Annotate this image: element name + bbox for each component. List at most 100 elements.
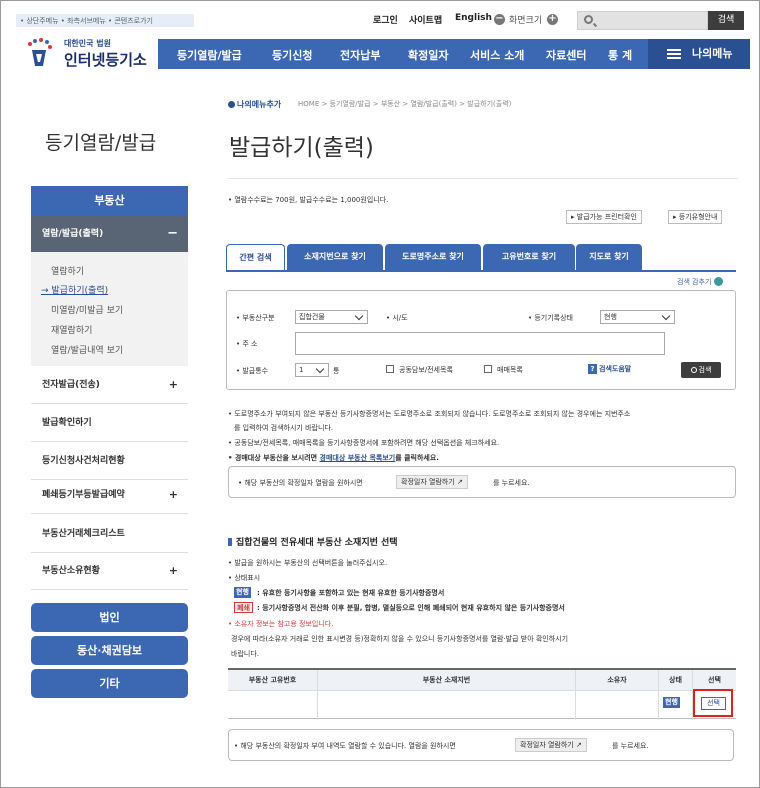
select-button[interactable]: 선택 bbox=[701, 697, 726, 710]
road-address-note-text: 도로명주소가 부여되지 않은 부동산 등기사항증명서는 도로명주소로 조회되지 … bbox=[234, 410, 631, 418]
issue-count-select[interactable]: 1 bbox=[295, 363, 329, 377]
fee-note-text: 열람수수료는 700원, 발급수수료는 1,000원입니다. bbox=[234, 196, 389, 204]
row-status-badge: 현행 bbox=[663, 697, 680, 708]
sidebar-item-closed-reserve[interactable]: 폐쇄등기부등발급예약 + bbox=[31, 477, 188, 514]
status-note: • 상태표시 bbox=[228, 574, 261, 582]
printer-check-label: 발급가능 프린터확인 bbox=[576, 213, 637, 221]
fixed-date-view-button-2[interactable]: 확정일자 열람하기 ↗ bbox=[515, 738, 587, 752]
property-type-label: • 부동산구분 bbox=[236, 314, 275, 322]
search-button[interactable]: 검색 bbox=[708, 11, 744, 30]
search-icon bbox=[690, 367, 697, 373]
nav-apply[interactable]: 등기신청 bbox=[272, 47, 312, 63]
sidebar-item-e-issue[interactable]: 전자발급(전송) + bbox=[31, 367, 188, 404]
nav-statistics[interactable]: 통 계 bbox=[608, 47, 632, 63]
sidebar-movable-button[interactable]: 동산·채권담보 bbox=[31, 636, 188, 665]
sidebar-item-label: 폐쇄등기부등발급예약 bbox=[42, 490, 125, 500]
sidebar-item-label: 부동산거래체크리스트 bbox=[42, 529, 125, 539]
breadcrumb: HOME > 등기열람/발급 > 부동산 > 열람/발급(출력) > 발급하기(… bbox=[298, 100, 512, 108]
submenu-history[interactable]: 열람/발급내역 보기 bbox=[51, 343, 123, 356]
property-type-text: 부동산구분 bbox=[242, 314, 275, 322]
tab-road-address[interactable]: 도로명주소로 찾기 bbox=[385, 244, 481, 270]
sidebar-item-verify[interactable]: 발급확인하기 bbox=[31, 405, 188, 442]
address-text: 주 소 bbox=[242, 340, 258, 348]
col-header-id: 부동산 고유번호 bbox=[228, 670, 318, 690]
joint-collateral-checkbox[interactable] bbox=[386, 365, 394, 373]
cell-id bbox=[228, 690, 318, 720]
submenu-issue-label: 발급하기(출력) bbox=[51, 286, 109, 296]
sitemap-link[interactable]: 사이트맵 bbox=[409, 13, 442, 26]
fixed-date-view-button[interactable]: 확정일자 열람하기 ↗ bbox=[396, 475, 468, 489]
property-type-select[interactable]: 집합건물 bbox=[295, 310, 368, 324]
my-menu-add-label: 나의메뉴추가 bbox=[237, 100, 282, 109]
sidebar-item-ownership[interactable]: 부동산소유현황 + bbox=[31, 553, 188, 590]
auction-list-link[interactable]: 경매대상 부동산 목록보기 bbox=[320, 454, 396, 462]
sidebar-item-label: 열람/발급(출력) bbox=[42, 229, 104, 239]
sidebar-item-view-issue[interactable]: 열람/발급(출력) − bbox=[31, 216, 188, 252]
sidebar-corporation-button[interactable]: 법인 bbox=[31, 603, 188, 632]
sidebar-item-label: 발급확인하기 bbox=[42, 418, 92, 428]
sido-label: • 시/도 bbox=[386, 314, 408, 322]
tab-unique-number[interactable]: 고유번호로 찾기 bbox=[483, 244, 575, 270]
fold-search-label: 검색 감추기 bbox=[677, 278, 712, 286]
logo-title[interactable]: 인터넷등기소 bbox=[64, 49, 147, 70]
arrow-right-icon: → bbox=[41, 286, 49, 296]
sidebar-item-status[interactable]: 등기신청사건처리현황 bbox=[31, 443, 188, 480]
sidebar-category[interactable]: 부동산 bbox=[31, 186, 188, 216]
sidebar-item-label: 등기신청사건처리현황 bbox=[42, 456, 125, 466]
court-logo-icon[interactable] bbox=[22, 36, 56, 70]
logo-subtitle: 대한민국 법원 bbox=[64, 39, 111, 48]
record-status-label: • 등기기록상태 bbox=[528, 314, 573, 322]
my-menu-label: 나의메뉴 bbox=[692, 47, 733, 60]
select-note: • 발급을 원하시는 부동산의 선택버튼을 눌러주십시오. bbox=[228, 559, 388, 567]
nav-payment[interactable]: 전자납부 bbox=[340, 47, 380, 63]
nav-view-issue[interactable]: 등기열람/발급 bbox=[177, 47, 242, 63]
sidebar-item-checklist[interactable]: 부동산거래체크리스트 bbox=[31, 516, 188, 553]
tab-map[interactable]: 지도로 찾기 bbox=[576, 244, 642, 270]
search-input[interactable] bbox=[577, 11, 708, 30]
submenu-review[interactable]: 재열람하기 bbox=[51, 323, 92, 336]
fixed-date-view-label-2: 확정일자 열람하기 bbox=[520, 741, 574, 749]
search-help-label: 검색도움말 bbox=[599, 365, 632, 373]
record-status-select[interactable]: 현행 bbox=[600, 310, 675, 324]
nav-fixed-date[interactable]: 확정일자 bbox=[408, 47, 448, 63]
nav-service[interactable]: 서비스 소개 bbox=[470, 47, 524, 63]
login-link[interactable]: 로그인 bbox=[373, 13, 398, 26]
address-input[interactable] bbox=[295, 332, 665, 355]
minus-icon: − bbox=[167, 226, 178, 241]
road-address-note-cont: 를 입력하여 검색하시기 바랍니다. bbox=[234, 424, 334, 432]
printer-check-button[interactable]: ▸ 발급가능 프린터확인 bbox=[566, 210, 642, 224]
owner-note-3: 바랍니다. bbox=[231, 650, 259, 658]
zoom-in-icon[interactable]: + bbox=[547, 14, 558, 25]
tab-lot-number[interactable]: 소재지번으로 찾기 bbox=[287, 244, 383, 270]
submenu-unviewed[interactable]: 미열람/미발급 보기 bbox=[51, 303, 123, 316]
fold-search-toggle[interactable]: 검색 감추기 bbox=[677, 277, 724, 287]
type-guide-button[interactable]: ▸ 등기유형안내 bbox=[668, 210, 723, 224]
fixed-date-pre: 해당 부동산의 확정일자 열람을 원하시면 bbox=[244, 479, 363, 487]
submenu-view[interactable]: 열람하기 bbox=[51, 264, 84, 277]
english-link[interactable]: English bbox=[455, 13, 492, 23]
trade-list-checkbox[interactable] bbox=[484, 365, 492, 373]
skip-navigation[interactable]: • 상단주메뉴 • 좌측서브메뉴 • 콘텐츠로가기 bbox=[16, 14, 194, 27]
section-title: 집합건물의 전유세대 부동산 소재지번 선택 bbox=[228, 535, 398, 548]
sidebar-etc-button[interactable]: 기타 bbox=[31, 669, 188, 698]
page-title: 발급하기(출력) bbox=[229, 135, 374, 161]
main-nav: 등기열람/발급 등기신청 전자납부 확정일자 서비스 소개 자료센터 통 계 bbox=[158, 39, 648, 69]
fixed-date-info-text-2: • 해당 부동산의 확정일자 부여 내역도 열람할 수 있습니다. 열람을 원하… bbox=[234, 742, 456, 750]
search-help-button[interactable]: ? 검색도움말 bbox=[588, 363, 641, 376]
plus-icon: + bbox=[168, 488, 178, 501]
my-menu-button[interactable]: 나의메뉴 bbox=[648, 39, 750, 69]
select-note-text: 발급을 원하시는 부동산의 선택버튼을 눌러주십시오. bbox=[234, 559, 388, 567]
option-note-text: 공동담보/전세목록, 매매목록을 등기사항증명서에 포함하려면 해당 선택옵션을… bbox=[234, 439, 500, 447]
address-label: • 주 소 bbox=[236, 340, 258, 348]
tab-simple-search[interactable]: 간편 검색 bbox=[226, 244, 285, 272]
nav-resources[interactable]: 자료센터 bbox=[546, 47, 586, 63]
zoom-out-icon[interactable]: − bbox=[494, 14, 505, 25]
sidebar-item-label: 전자발급(전송) bbox=[42, 380, 100, 390]
section-title-text: 집합건물의 전유세대 부동산 소재지번 선택 bbox=[236, 538, 398, 548]
submenu-issue[interactable]: → 발급하기(출력) bbox=[41, 283, 108, 296]
status-note-text: 상태표시 bbox=[234, 574, 261, 582]
my-menu-add-button[interactable]: 나의메뉴추가 bbox=[228, 99, 281, 110]
cell-address bbox=[318, 690, 576, 720]
owner-note: • 소유자 정보는 참고용 정보입니다. bbox=[228, 620, 334, 628]
form-search-button[interactable]: 검색 bbox=[681, 362, 721, 378]
